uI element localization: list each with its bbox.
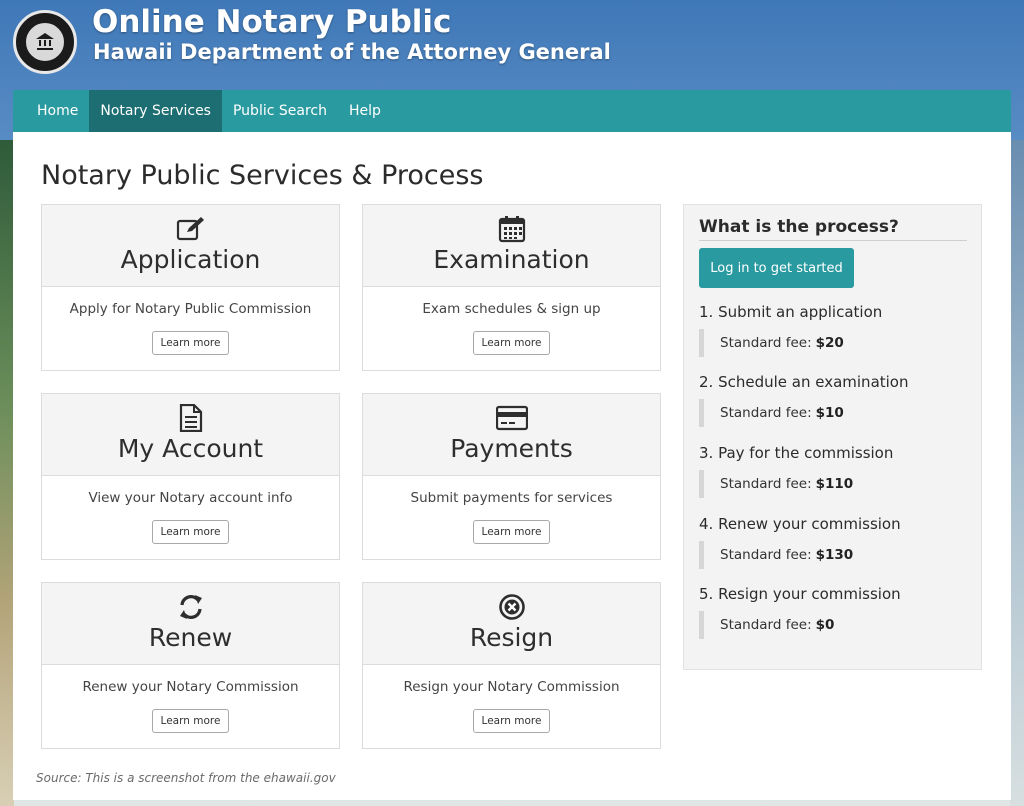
background-scenery-right <box>1010 140 1024 806</box>
main-content: Notary Public Services & Process Applica… <box>13 132 1011 800</box>
step-fee: Standard fee: $130 <box>699 541 969 569</box>
card-header: Renew <box>42 583 339 665</box>
fee-label: Standard fee: <box>720 617 812 633</box>
card-description: View your Notary account info <box>88 490 293 506</box>
learn-more-button[interactable]: Learn more <box>473 520 550 544</box>
close-circle-icon <box>498 593 526 621</box>
card-payments: Payments Submit payments for services Le… <box>362 393 661 560</box>
card-title: My Account <box>117 434 264 463</box>
card-my-account: My Account View your Notary account info… <box>41 393 340 560</box>
login-button[interactable]: Log in to get started <box>699 248 854 288</box>
learn-more-button[interactable]: Learn more <box>473 331 550 355</box>
step-fee: Standard fee: $0 <box>699 611 969 639</box>
process-title: What is the process? <box>699 217 967 241</box>
step-fee: Standard fee: $10 <box>699 399 969 427</box>
step-fee: Standard fee: $20 <box>699 329 969 357</box>
step-fee: Standard fee: $110 <box>699 470 969 498</box>
card-resign: Resign Resign your Notary Commission Lea… <box>362 582 661 749</box>
nav-public-search[interactable]: Public Search <box>222 90 338 132</box>
card-application: Application Apply for Notary Public Comm… <box>41 204 340 371</box>
seal-icon <box>36 33 54 50</box>
step-title: 5. Resign your commission <box>699 585 901 603</box>
document-icon <box>179 404 203 432</box>
card-description: Renew your Notary Commission <box>82 679 299 695</box>
calendar-icon <box>498 215 526 243</box>
card-description: Submit payments for services <box>410 490 613 506</box>
edit-icon <box>176 215 206 243</box>
seal-emblem <box>24 21 66 63</box>
card-header: Payments <box>363 394 660 476</box>
process-step: 3. Pay for the commission Standard fee: … <box>699 444 969 498</box>
nav-help[interactable]: Help <box>338 90 392 132</box>
card-title: Renew <box>148 623 233 652</box>
learn-more-button[interactable]: Learn more <box>473 709 550 733</box>
step-title: 2. Schedule an examination <box>699 373 909 391</box>
card-renew: Renew Renew your Notary Commission Learn… <box>41 582 340 749</box>
background-scenery-left <box>0 140 14 806</box>
nav-home[interactable]: Home <box>13 90 89 132</box>
card-title: Payments <box>450 434 573 463</box>
step-title: 1. Submit an application <box>699 303 883 321</box>
card-description: Apply for Notary Public Commission <box>69 301 312 317</box>
fee-label: Standard fee: <box>720 476 812 492</box>
learn-more-button[interactable]: Learn more <box>152 331 229 355</box>
card-header: My Account <box>42 394 339 476</box>
card-examination: Examination Exam schedules & sign up Lea… <box>362 204 661 371</box>
card-header: Resign <box>363 583 660 665</box>
process-step: 2. Schedule an examination Standard fee:… <box>699 373 969 427</box>
fee-amount: $110 <box>815 476 854 492</box>
credit-card-icon <box>495 404 528 432</box>
site-subtitle: Hawaii Department of the Attorney Genera… <box>93 40 611 64</box>
process-panel: What is the process? Log in to get start… <box>683 204 982 670</box>
site-title: Online Notary Public <box>92 4 452 40</box>
step-title: 4. Renew your commission <box>699 515 901 533</box>
fee-label: Standard fee: <box>720 405 812 421</box>
card-header: Application <box>42 205 339 287</box>
fee-amount: $10 <box>815 405 844 421</box>
fee-label: Standard fee: <box>720 547 812 563</box>
card-description: Resign your Notary Commission <box>403 679 620 695</box>
main-nav: Home Notary Services Public Search Help <box>13 90 1011 132</box>
card-header: Examination <box>363 205 660 287</box>
nav-notary-services[interactable]: Notary Services <box>89 90 222 132</box>
card-title: Application <box>120 245 261 274</box>
process-step: 1. Submit an application Standard fee: $… <box>699 303 969 357</box>
card-description: Exam schedules & sign up <box>422 301 601 317</box>
source-caption: Source: This is a screenshot from the eh… <box>36 771 336 785</box>
process-step: 4. Renew your commission Standard fee: $… <box>699 515 969 569</box>
fee-amount: $20 <box>815 335 844 351</box>
card-title: Resign <box>469 623 554 652</box>
fee-amount: $0 <box>815 617 835 633</box>
page-title: Notary Public Services & Process <box>41 160 484 191</box>
fee-label: Standard fee: <box>720 335 812 351</box>
attorney-general-seal-logo[interactable] <box>13 10 77 74</box>
step-title: 3. Pay for the commission <box>699 444 894 462</box>
process-step: 5. Resign your commission Standard fee: … <box>699 585 969 639</box>
fee-amount: $130 <box>815 547 854 563</box>
learn-more-button[interactable]: Learn more <box>152 709 229 733</box>
learn-more-button[interactable]: Learn more <box>152 520 229 544</box>
card-title: Examination <box>433 245 590 274</box>
refresh-icon <box>177 593 205 621</box>
